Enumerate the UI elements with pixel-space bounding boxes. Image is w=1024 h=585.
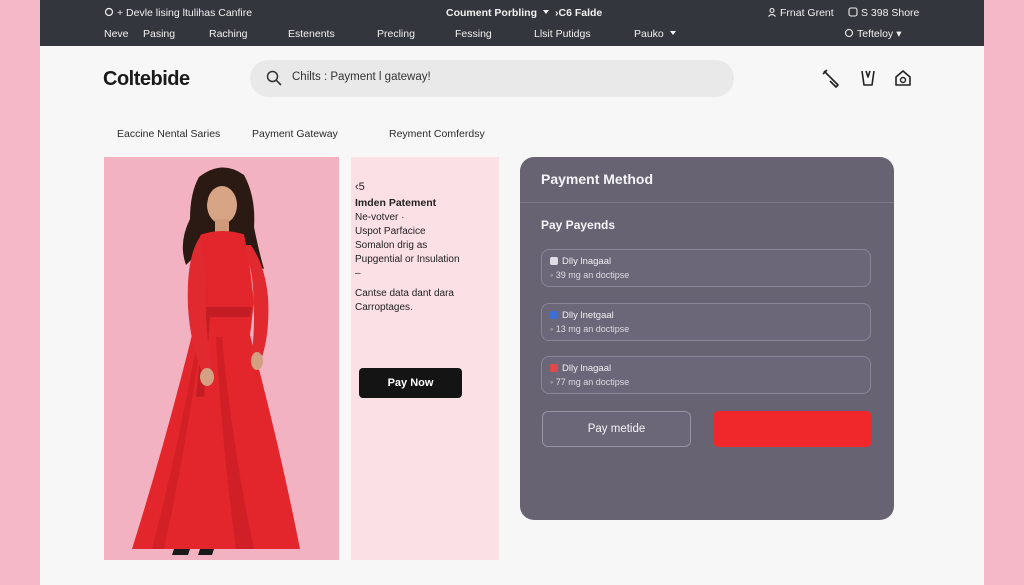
nav-item[interactable]: Pasing xyxy=(143,27,175,41)
product-line: Pupgential or Insulation xyxy=(355,254,460,265)
wallet-icon xyxy=(550,364,558,372)
model-illustration xyxy=(104,157,339,560)
page: + Devle lising ltulihas Canfire Coument … xyxy=(40,0,984,585)
search-text: Chilts : Payment l gateway! xyxy=(292,71,431,83)
subnav-item[interactable]: Reyment Comferdsy xyxy=(389,128,485,140)
nav-item[interactable]: Fessing xyxy=(455,27,492,41)
chevron-down-icon xyxy=(543,10,549,14)
product-image xyxy=(104,157,339,560)
chevron-down-icon xyxy=(669,31,676,35)
payment-method-card: Payment Method Pay Payends Dlly lnagaal … xyxy=(520,157,894,520)
product-info: ‹5 Imden Patement Ne-votver · Uspot Parf… xyxy=(351,157,499,560)
product-description: Cantse data dant dara xyxy=(355,288,454,299)
settings-icon xyxy=(844,28,854,38)
user-menu[interactable]: Tefteloy ▾ xyxy=(844,27,901,41)
nav-item[interactable]: Neve xyxy=(104,27,129,41)
tools-icon[interactable] xyxy=(820,67,842,89)
confirm-payment-button[interactable] xyxy=(713,411,872,447)
nav-item[interactable]: Estenents xyxy=(288,27,335,41)
product-name: Imden Patement xyxy=(355,197,437,209)
subnav-item[interactable]: Eaccine Nental Saries xyxy=(117,128,220,140)
nav-item-dropdown[interactable]: Pauko xyxy=(634,27,676,41)
pay-method-button[interactable]: Pay metide xyxy=(542,411,691,447)
hanger-icon[interactable] xyxy=(857,67,879,89)
pay-now-button[interactable]: Pay Now xyxy=(359,368,462,398)
product-description: Carroptages. xyxy=(355,302,413,313)
nav-item[interactable]: Precling xyxy=(377,27,415,41)
facebook-icon xyxy=(550,311,558,319)
payment-option[interactable]: Dlly lnagaal ◦ 39 mg an doctipse xyxy=(541,249,871,287)
home-icon[interactable] xyxy=(892,67,914,89)
card-icon xyxy=(550,257,558,265)
payment-option[interactable]: Dlly lnetgaal ◦ 13 mg an doctipse xyxy=(541,303,871,341)
clock-icon xyxy=(848,7,858,17)
account-link[interactable]: Frnat Grent xyxy=(767,6,834,20)
top-left-link[interactable]: + Devle lising ltulihas Canfire xyxy=(104,6,252,20)
payment-subtitle: Pay Payends xyxy=(541,218,616,232)
payment-title: Payment Method xyxy=(541,171,654,187)
product-line: Somalon drig as xyxy=(355,240,428,251)
refresh-icon xyxy=(104,7,114,17)
store-link[interactable]: S 398 Shore xyxy=(848,6,919,20)
nav-item[interactable]: Llsit Putidgs xyxy=(534,27,591,41)
product-line: Uspot Parfacice xyxy=(355,226,426,237)
search-input[interactable]: Chilts : Payment l gateway! xyxy=(250,60,734,97)
chevron-down-icon: ▾ xyxy=(896,28,902,40)
top-center-title[interactable]: Coument Porbling ›C6 Falde xyxy=(446,6,602,20)
search-icon xyxy=(266,70,282,86)
product-price: ‹5 xyxy=(355,181,365,193)
product-line: Ne-votver · xyxy=(355,212,405,223)
product-line: – xyxy=(355,268,361,279)
logo[interactable]: Coltebide xyxy=(103,68,190,91)
nav-item[interactable]: Raching xyxy=(209,27,248,41)
payment-option[interactable]: Dlly lnagaal ◦ 77 mg an doctipse xyxy=(541,356,871,394)
subnav-item[interactable]: Payment Gateway xyxy=(252,128,338,140)
divider xyxy=(520,202,894,203)
top-bar: + Devle lising ltulihas Canfire Coument … xyxy=(40,0,984,46)
user-icon xyxy=(768,7,776,17)
